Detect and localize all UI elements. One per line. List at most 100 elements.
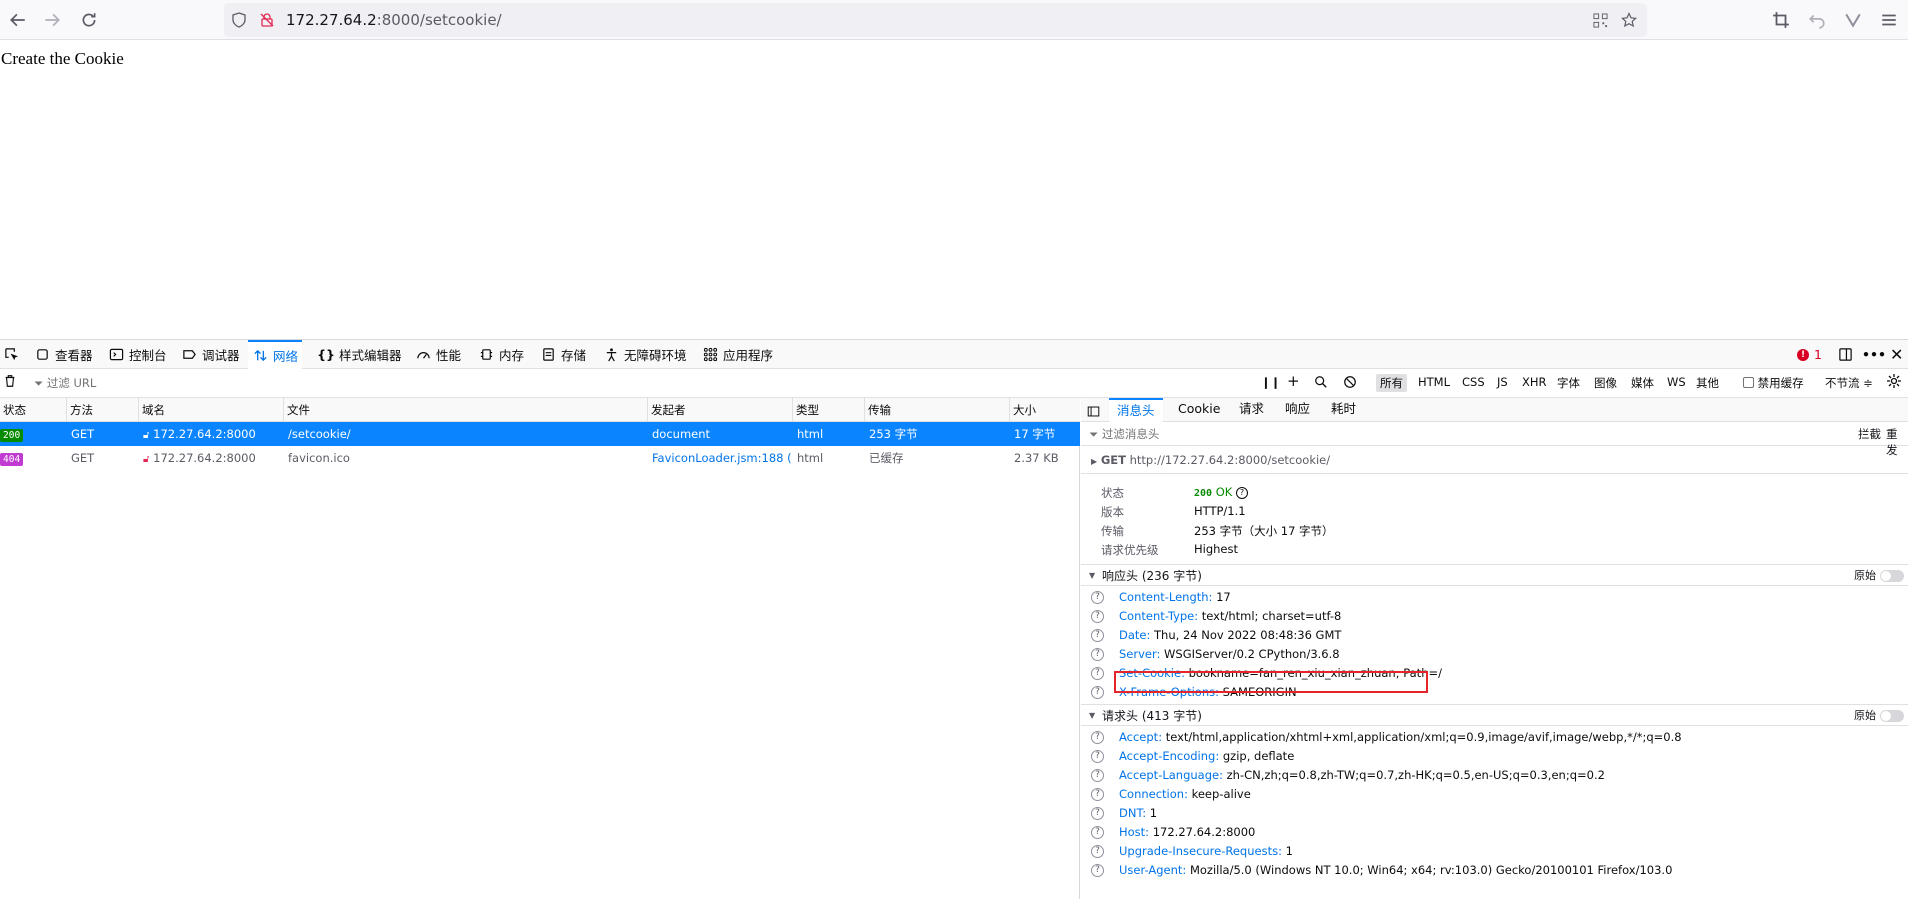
tab-console[interactable]: 控制台 <box>108 340 167 369</box>
column-type[interactable]: 类型 <box>792 398 864 422</box>
block-icon[interactable] <box>1343 375 1357 392</box>
help-icon[interactable]: ? <box>1091 769 1104 782</box>
help-icon[interactable]: ? <box>1235 487 1248 499</box>
help-icon[interactable]: ? <box>1091 731 1104 744</box>
column-file[interactable]: 文件 <box>283 398 647 422</box>
raw-toggle[interactable] <box>1880 710 1904 722</box>
crop-icon[interactable] <box>1767 6 1795 34</box>
headers-filter-input[interactable]: ⏷ 过滤消息头 <box>1089 426 1159 442</box>
tab-style-editor[interactable]: {} 样式编辑器 <box>317 340 401 369</box>
add-icon[interactable]: + <box>1287 372 1300 390</box>
url-filter-placeholder: 过滤 URL <box>46 376 97 390</box>
column-size[interactable]: 大小 <box>1009 398 1080 422</box>
undo-icon[interactable] <box>1803 6 1831 34</box>
disable-cache-checkbox[interactable]: 禁用缓存 <box>1743 375 1804 391</box>
raw-toggle[interactable] <box>1880 570 1904 582</box>
type-filter-html[interactable]: HTML <box>1414 374 1454 392</box>
reload-icon[interactable] <box>75 6 103 34</box>
column-transfer[interactable]: 传输 <box>864 398 1009 422</box>
qr-code-icon[interactable] <box>1591 11 1609 29</box>
tab-application[interactable]: 应用程序 <box>702 340 773 369</box>
block-button[interactable]: 拦截 <box>1858 426 1881 442</box>
tab-timings[interactable]: 耗时 <box>1331 398 1356 422</box>
column-method[interactable]: 方法 <box>66 398 138 422</box>
tab-accessibility[interactable]: 无障碍环境 <box>603 340 687 369</box>
trash-icon[interactable] <box>3 374 17 391</box>
header-key: User-Agent: <box>1119 863 1187 877</box>
type-filter-other[interactable]: 其他 <box>1692 374 1723 392</box>
bookmark-star-icon[interactable] <box>1620 11 1638 29</box>
column-initiator[interactable]: 发起者 <box>647 398 792 422</box>
help-icon[interactable]: ? <box>1091 845 1104 858</box>
request-initiator: document <box>652 427 711 441</box>
help-icon[interactable]: ? <box>1091 667 1104 680</box>
tab-network[interactable]: 网络 <box>248 340 303 369</box>
tab-headers[interactable]: 消息头 <box>1109 398 1163 422</box>
tab-response[interactable]: 响应 <box>1285 398 1310 422</box>
settings-gear-icon[interactable] <box>1886 373 1902 392</box>
help-icon[interactable]: ? <box>1091 750 1104 763</box>
help-icon[interactable]: ? <box>1091 648 1104 661</box>
type-filter-ws[interactable]: WS <box>1663 374 1690 392</box>
type-filter-media[interactable]: 媒体 <box>1627 374 1658 392</box>
menu-icon[interactable] <box>1875 6 1903 34</box>
tab-memory[interactable]: 内存 <box>478 340 524 369</box>
help-icon[interactable]: ? <box>1091 864 1104 877</box>
response-headers-section[interactable]: ▼ 响应头 (236 字节) 原始 <box>1081 564 1908 586</box>
tab-debugger[interactable]: 调试器 <box>181 340 240 369</box>
resend-button[interactable]: 重发 <box>1886 426 1908 458</box>
column-domain[interactable]: 域名 <box>138 398 283 422</box>
forward-arrow-icon[interactable] <box>38 6 66 34</box>
back-arrow-icon[interactable] <box>4 6 32 34</box>
summary-key: 版本 <box>1101 505 1124 519</box>
request-initiator-link[interactable]: FaviconLoader.jsm:188 (… <box>647 446 792 470</box>
tab-performance[interactable]: 性能 <box>415 340 461 369</box>
help-icon[interactable]: ? <box>1091 686 1104 699</box>
url-bar[interactable]: 172.27.64.2:8000/setcookie/ <box>224 3 1647 37</box>
page-content: Create the Cookie <box>0 41 1908 339</box>
help-icon[interactable]: ? <box>1091 610 1104 623</box>
help-icon[interactable]: ? <box>1091 788 1104 801</box>
pocket-icon[interactable] <box>1839 6 1867 34</box>
type-filter-css[interactable]: CSS <box>1458 374 1489 392</box>
console-icon <box>108 347 124 363</box>
header-key: X-Frame-Options: <box>1119 685 1220 699</box>
table-row[interactable]: 404 GET 🔓︎ 172.27.64.2:8000 favicon.ico … <box>0 446 1080 470</box>
header-value: 172.27.64.2:8000 <box>1152 825 1256 839</box>
tab-request[interactable]: 请求 <box>1239 398 1264 422</box>
url-filter-input[interactable]: ⏷ 过滤 URL <box>34 375 96 391</box>
help-icon[interactable]: ? <box>1091 826 1104 839</box>
help-icon[interactable]: ? <box>1091 807 1104 820</box>
header-key: Content-Type: <box>1119 609 1199 623</box>
type-filter-js[interactable]: JS <box>1493 374 1512 392</box>
type-filter-font[interactable]: 字体 <box>1553 374 1584 392</box>
element-picker-icon[interactable] <box>0 340 22 369</box>
table-row[interactable]: 200 GET 🔓︎ 172.27.64.2:8000 /setcookie/ … <box>0 422 1080 446</box>
dock-mode-icon[interactable] <box>1838 340 1853 369</box>
type-filter-image[interactable]: 图像 <box>1590 374 1621 392</box>
throttle-select[interactable]: 不节流 ≑ <box>1825 375 1873 391</box>
tab-storage[interactable]: 存储 <box>540 340 586 369</box>
type-filter-all[interactable]: 所有 <box>1376 374 1407 392</box>
insecure-icon: 🔓︎ <box>143 454 150 465</box>
pause-icon[interactable]: ❙❙ <box>1261 375 1280 389</box>
summary-priority: Highest <box>1194 542 1239 556</box>
error-count-badge[interactable]: ! 1 <box>1797 340 1822 369</box>
shield-icon[interactable] <box>230 11 248 29</box>
search-icon[interactable] <box>1314 375 1328 392</box>
column-status[interactable]: 状态 <box>0 398 66 422</box>
request-headers-section[interactable]: ▼ 请求头 (413 字节) 原始 <box>1081 704 1908 726</box>
url-text[interactable]: 172.27.64.2:8000/setcookie/ <box>286 11 502 29</box>
request-domain: 🔓︎ 172.27.64.2:8000 <box>138 446 283 470</box>
close-devtools-icon[interactable]: ✕ <box>1890 340 1903 369</box>
tab-inspector[interactable]: 查看器 <box>34 340 93 369</box>
tab-cookies[interactable]: Cookie <box>1178 398 1220 422</box>
header-value: text/html,application/xhtml+xml,applicat… <box>1165 730 1682 744</box>
request-table-header: 状态 方法 域名 文件 发起者 类型 传输 大小 <box>0 398 1080 422</box>
help-icon[interactable]: ? <box>1091 591 1104 604</box>
insecure-lock-icon[interactable] <box>258 11 276 29</box>
type-filter-xhr[interactable]: XHR <box>1518 374 1551 392</box>
help-icon[interactable]: ? <box>1091 629 1104 642</box>
request-line[interactable]: ▶ GET http://172.27.64.2:8000/setcookie/ <box>1091 453 1330 467</box>
more-options-icon[interactable]: ••• <box>1862 340 1886 369</box>
